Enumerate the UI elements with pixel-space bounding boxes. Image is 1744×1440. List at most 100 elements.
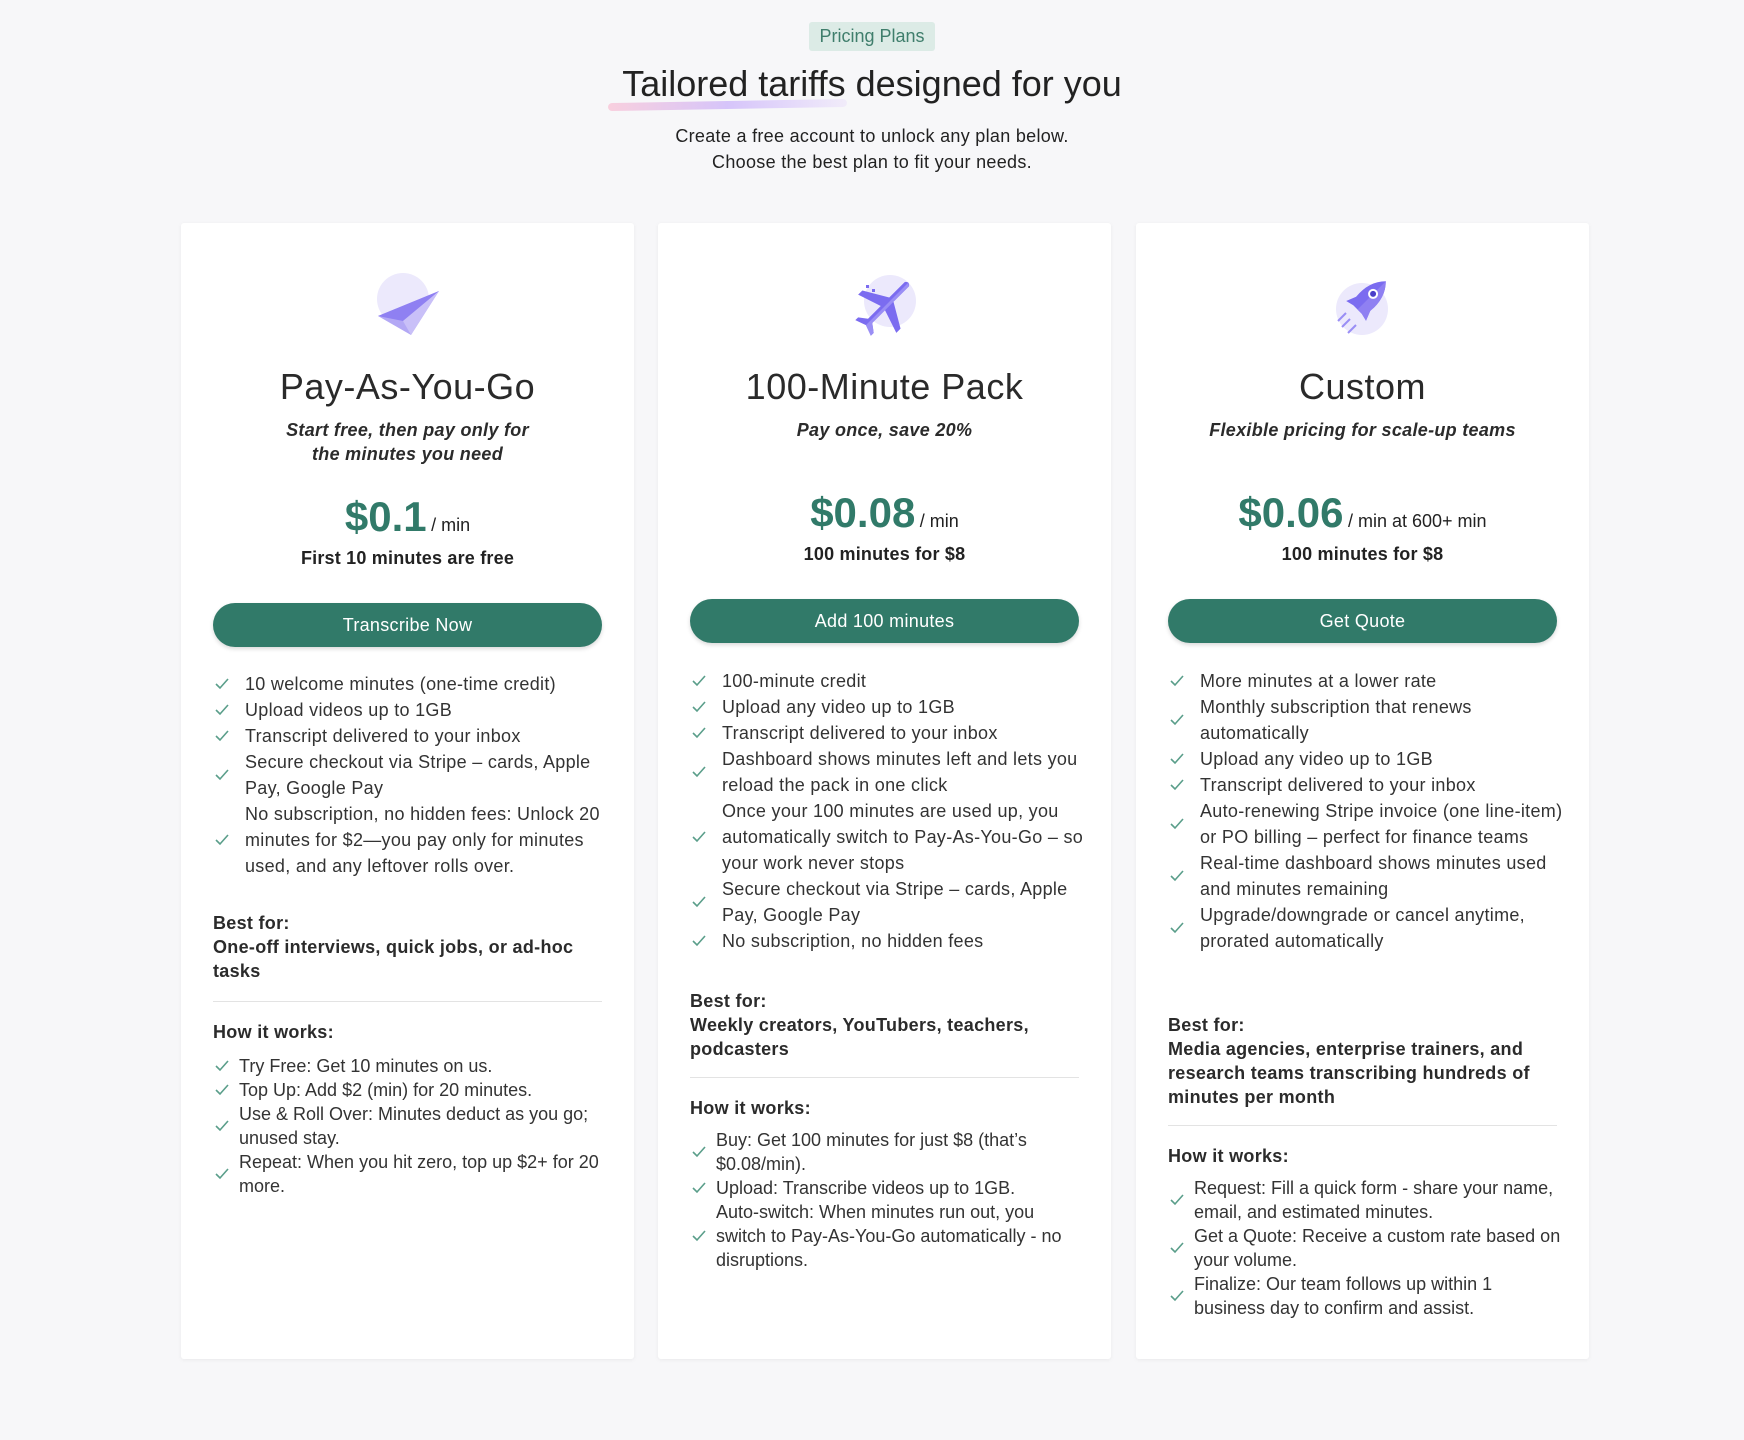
check-icon [690,1179,708,1197]
feature-text: 10 welcome minutes (one-time credit) [245,674,556,694]
feature-text: Monthly subscription that renews automat… [1200,697,1472,743]
plan-price: $0.08 [810,489,916,536]
feature-text: No subscription, no hidden fees [722,931,984,951]
best-for: Best for: Media agencies, enterprise tra… [1168,1013,1557,1109]
how-step: Top Up: Add $2 (min) for 20 minutes. [213,1078,610,1102]
plan-tagline-line: the minutes you need [311,444,504,464]
feature-text: Real-time dashboard shows minutes used a… [1200,853,1547,899]
feature-text: More minutes at a lower rate [1200,671,1437,691]
how-step: Finalize: Our team follows up within 1 b… [1168,1272,1565,1320]
how-step-text: Repeat: When you hit zero, top up $2+ fo… [239,1152,599,1196]
price-note: 100 minutes for $8 [803,544,966,564]
feature-item: Transcript delivered to your inbox [213,723,610,749]
feature-item: No subscription, no hidden fees [690,928,1087,954]
check-icon [690,828,708,846]
page-title: Tailored tariffs designed for you [622,63,1122,105]
price-unit: / min at 600+ min [1347,511,1487,531]
feature-item: Upload any video up to 1GB [690,694,1087,720]
how-step-text: Try Free: Get 10 minutes on us. [239,1056,493,1076]
best-for: Best for: One-off interviews, quick jobs… [213,911,602,983]
how-step-text: Auto-switch: When minutes run out, you s… [716,1202,1062,1270]
price-note: First 10 minutes are free [300,548,515,568]
title-highlight: Tailored tariffs [622,63,846,104]
how-it-works-list: Buy: Get 100 minutes for just $8 (that’s… [690,1128,1087,1272]
check-icon [213,727,231,745]
divider [1168,1125,1557,1126]
how-it-works-title: How it works: [1168,1146,1289,1166]
feature-item: 10 welcome minutes (one-time credit) [213,671,610,697]
check-icon [1168,919,1186,937]
plan-name: Pay-As-You-Go [279,366,536,407]
price-row: $0.06 / min at 600+ min [1136,489,1589,537]
how-step: Get a Quote: Receive a custom rate based… [1168,1224,1565,1272]
check-icon [690,893,708,911]
how-step-text: Finalize: Our team follows up within 1 b… [1194,1274,1493,1318]
price-row: $0.08 / min [658,489,1111,537]
best-for-label: Best for: [213,913,290,933]
feature-item: No subscription, no hidden fees: Unlock … [213,801,610,879]
feature-list: 100-minute credit Upload any video up to… [690,668,1087,954]
how-step: Try Free: Get 10 minutes on us. [213,1054,610,1078]
feature-text: Upload any video up to 1GB [722,697,955,717]
best-for-text: One-off interviews, quick jobs, or ad-ho… [213,937,574,981]
check-icon [213,831,231,849]
plan-card-pay-as-you-go: Pay-As-You-Go Start free, then pay only … [181,223,634,1359]
best-for-text: Weekly creators, YouTubers, teachers, po… [690,1015,1029,1059]
feature-item: 100-minute credit [690,668,1087,694]
plan-tagline: Flexible pricing for scale-up teams [1156,418,1569,442]
airplane-icon [854,275,916,336]
how-step: Upload: Transcribe videos up to 1GB. [690,1176,1087,1200]
check-icon [690,672,708,690]
feature-text: Upload any video up to 1GB [1200,749,1433,769]
title-rest: designed for you [845,63,1122,104]
add-100-minutes-button[interactable]: Add 100 minutes [690,599,1079,643]
how-step-text: Top Up: Add $2 (min) for 20 minutes. [239,1080,533,1100]
check-icon [1168,1239,1186,1257]
get-quote-button[interactable]: Get Quote [1168,599,1557,643]
feature-list: More minutes at a lower rate Monthly sub… [1168,668,1565,954]
plan-tagline-line: Flexible pricing for scale-up teams [1209,420,1516,440]
feature-text: Transcript delivered to your inbox [245,726,521,746]
feature-item: Upload any video up to 1GB [1168,746,1565,772]
check-icon [1168,867,1186,885]
check-icon [1168,1191,1186,1209]
how-step: Use & Roll Over: Minutes deduct as you g… [213,1102,610,1150]
check-icon [1168,815,1186,833]
check-icon [690,763,708,781]
plan-name: Custom [1298,366,1427,407]
price-unit: / min [431,515,471,535]
how-it-works-list: Request: Fill a quick form - share your … [1168,1176,1565,1320]
check-icon [690,1143,708,1161]
plan-price: $0.06 [1238,489,1344,536]
feature-item: Upload videos up to 1GB [213,697,610,723]
check-icon [1168,776,1186,794]
pricing-header: Pricing Plans Tailored tariffs designed … [0,0,1744,175]
check-icon [690,932,708,950]
feature-text: Transcript delivered to your inbox [1200,775,1476,795]
feature-text: Transcript delivered to your inbox [722,723,998,743]
how-step: Buy: Get 100 minutes for just $8 (that’s… [690,1128,1087,1176]
feature-list: 10 welcome minutes (one-time credit) Upl… [213,671,610,879]
plan-card-100-minute-pack: 100-Minute Pack Pay once, save 20% $0.08… [658,223,1111,1359]
price-unit: / min [919,511,959,531]
how-step-text: Get a Quote: Receive a custom rate based… [1194,1226,1561,1270]
feature-item: Upgrade/downgrade or cancel anytime, pro… [1168,902,1565,954]
feature-text: 100-minute credit [722,671,867,691]
check-icon [213,701,231,719]
check-icon [1168,711,1186,729]
transcribe-now-button[interactable]: Transcribe Now [213,603,602,647]
subtitle-line: Create a free account to unlock any plan… [675,126,1069,146]
check-icon [213,1117,231,1135]
feature-item: Secure checkout via Stripe – cards, Appl… [690,876,1087,928]
feature-item: More minutes at a lower rate [1168,668,1565,694]
plan-tagline-line: Pay once, save 20% [796,420,973,440]
check-icon [690,1227,708,1245]
feature-text: Auto-renewing Stripe invoice (one line-i… [1200,801,1563,847]
check-icon [213,1057,231,1075]
how-step-text: Upload: Transcribe videos up to 1GB. [716,1178,1016,1198]
plan-name: 100-Minute Pack [745,366,1024,407]
how-step: Repeat: When you hit zero, top up $2+ fo… [213,1150,610,1198]
best-for-label: Best for: [690,991,767,1011]
plan-price: $0.1 [344,493,427,540]
feature-item: Monthly subscription that renews automat… [1168,694,1565,746]
